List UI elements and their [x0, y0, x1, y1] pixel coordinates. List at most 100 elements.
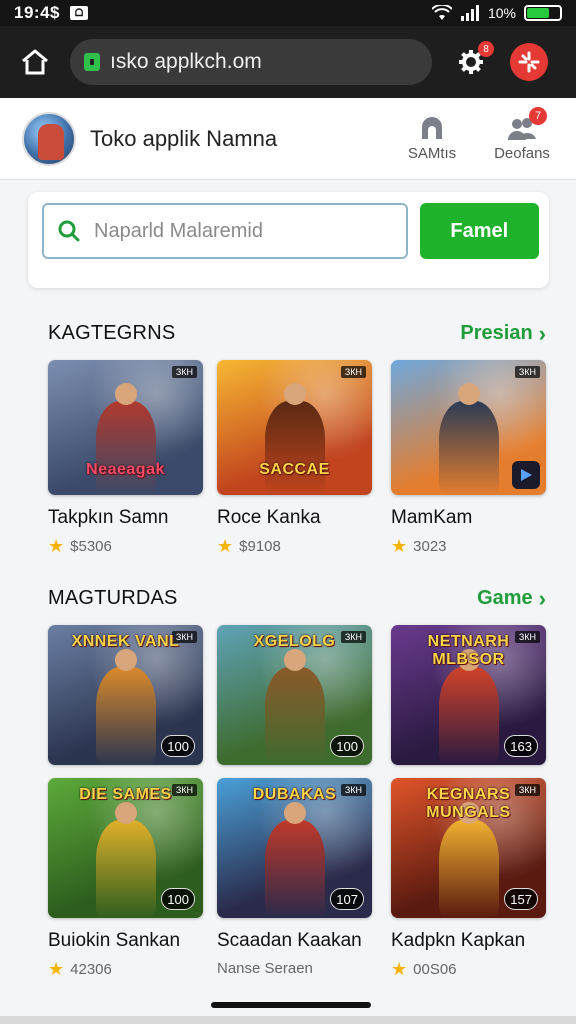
status-bar: 19:4$ ᗝ 10%	[0, 0, 576, 26]
search-icon	[58, 220, 80, 242]
art-title: XGELOLG	[253, 633, 336, 650]
spark-icon	[518, 51, 540, 73]
section-1-more-link[interactable]: Presian ›	[460, 322, 546, 345]
corner-tag: ЗКН	[340, 366, 366, 378]
game-title: Kadpkn Kapkan	[391, 930, 526, 951]
hero-head	[284, 382, 306, 405]
battery-icon	[524, 5, 562, 21]
search-card: Famel	[28, 192, 549, 288]
chevron-right-icon: ›	[538, 585, 546, 611]
hero-figure	[265, 667, 325, 765]
game-price: Nanse Seraen	[217, 960, 313, 977]
avatar[interactable]	[22, 111, 76, 166]
hero-head	[115, 802, 137, 824]
hero-figure	[439, 400, 499, 495]
hero-head	[458, 382, 480, 405]
game-card[interactable]: ЗКН MamKam ★ 3023	[391, 360, 546, 555]
section-1-title: KAGTEGRNS	[48, 322, 176, 344]
hero-head	[284, 649, 306, 671]
game-thumbnail[interactable]: ЗКН KEGNARS MUNGALS 157	[391, 778, 546, 918]
section-2-more-link[interactable]: Game ›	[477, 587, 546, 610]
battery-level	[527, 8, 550, 18]
game-price: $9108	[239, 537, 281, 555]
game-price: 00S06	[413, 960, 457, 978]
browser-menu-button[interactable]	[510, 43, 548, 81]
count-badge: 100	[330, 735, 364, 757]
game-card[interactable]: ЗКН SACCAE Roce Kanka ★ $9108	[217, 360, 372, 555]
game-thumbnail[interactable]: ЗКН SACCAE	[217, 360, 372, 495]
search-field[interactable]	[42, 203, 408, 259]
bottom-strip	[0, 1016, 576, 1024]
art-title: XNNEK VANL	[71, 633, 180, 650]
wifi-icon	[431, 5, 452, 20]
header-action-2[interactable]: 7 Deofans	[490, 107, 554, 162]
lock-icon	[84, 53, 100, 71]
settings-badge: 8	[478, 41, 494, 57]
game-card[interactable]: ЗКН NETNARH MLBSOR 163	[391, 625, 546, 765]
star-icon: ★	[391, 959, 408, 979]
home-indicator[interactable]	[211, 1002, 371, 1008]
art-title: KEGNARS MUNGALS	[426, 786, 511, 821]
header-action-2-label: Deofans	[494, 145, 550, 162]
hero-figure	[96, 400, 156, 495]
notification-icon: ᗝ	[69, 6, 88, 20]
header-action-2-icon-wrap: 7	[507, 107, 547, 141]
search-button[interactable]: Famel	[419, 203, 539, 259]
game-price: 42306	[70, 960, 112, 978]
page-title: Toko applik Namna	[90, 125, 278, 151]
search-input[interactable]	[94, 219, 384, 243]
address-bar[interactable]: ısko applkch.om	[70, 39, 432, 85]
game-meta: ★ 42306	[48, 960, 203, 978]
count-badge: 100	[161, 888, 195, 910]
game-card[interactable]: ЗКН XGELOLG 100	[217, 625, 372, 765]
star-icon: ★	[391, 536, 408, 556]
game-meta: ★ 00S06	[391, 960, 546, 978]
avatar-figure	[38, 123, 64, 160]
art-title: DIE SAMES	[79, 786, 172, 803]
hero-figure	[265, 400, 325, 495]
game-card[interactable]: ЗКН Neaeagak Takpkın Samn ★ $5306	[48, 360, 203, 555]
app-header: Toko applik Namna SAMtıs 7 Deofans	[0, 98, 576, 180]
play-icon[interactable]	[512, 461, 540, 489]
header-action-2-badge: 7	[529, 107, 547, 125]
game-meta: Nanse Seraen	[217, 960, 372, 977]
status-time: 19:4$	[14, 3, 60, 22]
section-1-more-label: Presian	[460, 322, 533, 344]
hero-head	[284, 802, 306, 824]
count-badge: 157	[504, 888, 538, 910]
game-thumbnail[interactable]: ЗКН DUBAKAS 107	[217, 778, 372, 918]
home-button[interactable]	[18, 45, 52, 79]
signal-icon	[460, 5, 479, 21]
chevron-right-icon: ›	[538, 320, 546, 346]
art-title: DUBAKAS	[252, 786, 337, 803]
game-thumbnail[interactable]: ЗКН DIE SAMES 100	[48, 778, 203, 918]
battery-label: 10%	[487, 5, 516, 21]
star-icon: ★	[48, 959, 65, 979]
section-1-header: KAGTEGRNS Presian ›	[48, 322, 546, 345]
section-2-header: MAGTURDAS Game ›	[48, 587, 546, 610]
star-icon: ★	[48, 536, 65, 556]
game-card[interactable]: ЗКН DIE SAMES 100 Buiokin Sankan ★ 42306	[48, 778, 203, 978]
game-title: Buiokin Sankan	[48, 930, 181, 951]
hero-figure	[265, 820, 325, 918]
hero-head	[115, 649, 137, 671]
game-card[interactable]: ЗКН KEGNARS MUNGALS 157 Kadpkn Kapkan ★ 00S06	[391, 778, 546, 978]
hero-head	[115, 382, 137, 405]
arch-icon	[422, 117, 442, 139]
game-thumbnail[interactable]: ЗКН NETNARH MLBSOR 163	[391, 625, 546, 765]
game-thumbnail[interactable]: ЗКН XNNEK VANL 100	[48, 625, 203, 765]
game-thumbnail[interactable]: ЗКН	[391, 360, 546, 495]
settings-button[interactable]: 8	[456, 41, 494, 77]
header-action-1[interactable]: SAMtıs	[400, 115, 464, 162]
game-price: 3023	[413, 537, 447, 555]
art-title: SACCAE	[259, 461, 330, 478]
count-badge: 100	[161, 735, 195, 757]
game-card[interactable]: ЗКН XNNEK VANL 100	[48, 625, 203, 765]
game-card[interactable]: ЗКН DUBAKAS 107 Scaadan Kaakan Nanse Seraen	[217, 778, 372, 977]
game-title: MamKam	[391, 507, 473, 528]
game-thumbnail[interactable]: ЗКН Neaeagak	[48, 360, 203, 495]
game-thumbnail[interactable]: ЗКН XGELOLG 100	[217, 625, 372, 765]
home-icon	[22, 49, 48, 75]
hero-figure	[96, 667, 156, 765]
count-badge: 163	[504, 735, 538, 757]
